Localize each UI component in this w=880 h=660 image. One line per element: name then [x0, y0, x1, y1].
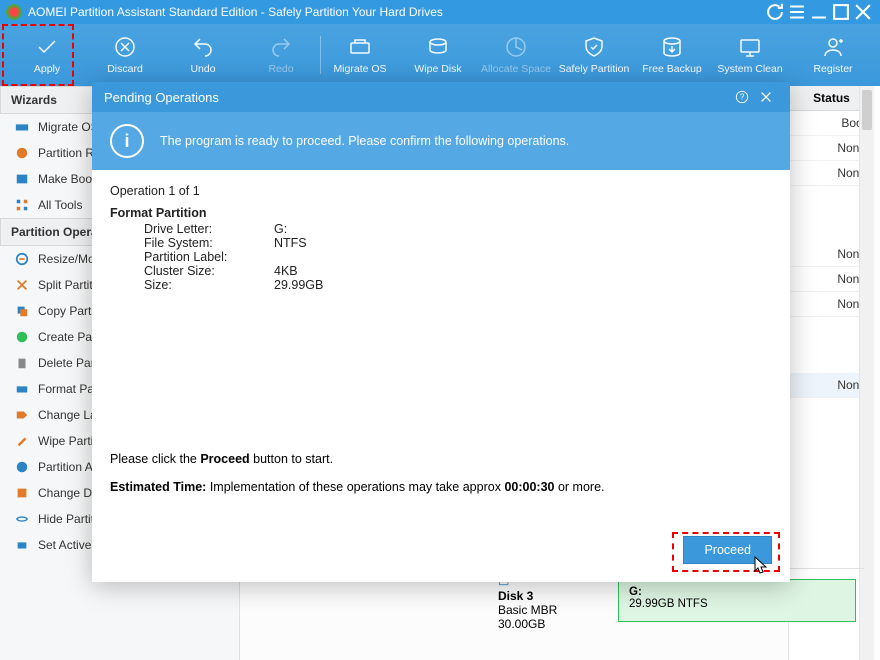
system-clean-button[interactable]: System Clean: [711, 35, 789, 75]
maximize-button[interactable]: [830, 3, 852, 21]
migrate-os-button[interactable]: Migrate OS: [321, 35, 399, 75]
close-button[interactable]: [852, 3, 874, 21]
safely-partition-button[interactable]: Safely Partition: [555, 35, 633, 75]
active-icon: [14, 537, 30, 553]
close-icon[interactable]: [754, 87, 778, 107]
banner-text: The program is ready to proceed. Please …: [160, 134, 569, 148]
delete-icon: [14, 355, 30, 371]
split-icon: [14, 277, 30, 293]
free-backup-button[interactable]: Free Backup: [633, 35, 711, 75]
discard-button[interactable]: Discard: [86, 35, 164, 75]
dialog-footer: Please click the Proceed button to start…: [92, 440, 790, 582]
operation-count: Operation 1 of 1: [110, 184, 772, 198]
proceed-button[interactable]: Proceed: [683, 536, 772, 564]
undo-button[interactable]: Undo: [164, 35, 242, 75]
operation-details: Drive Letter:G: File System:NTFS Partiti…: [110, 222, 772, 292]
wipe-icon: [14, 433, 30, 449]
wipe-disk-button[interactable]: Wipe Disk: [399, 35, 477, 75]
dialog-title: Pending Operations: [104, 90, 219, 105]
media-icon: [14, 171, 30, 187]
dialog-body: Operation 1 of 1 Format Partition Drive …: [92, 170, 790, 440]
toolbar: Apply Discard Undo Redo Migrate OS Wipe …: [0, 24, 880, 86]
dialog-titlebar: Pending Operations ?: [92, 82, 790, 112]
disk-icon: [14, 119, 30, 135]
copy-icon: [14, 303, 30, 319]
help-icon[interactable]: ?: [730, 87, 754, 107]
window-title: AOMEI Partition Assistant Standard Editi…: [28, 5, 764, 19]
menu-icon[interactable]: [786, 3, 808, 21]
minimize-button[interactable]: [808, 3, 830, 21]
partition-bar[interactable]: G: 29.99GB NTFS: [618, 579, 856, 622]
align-icon: [14, 459, 30, 475]
info-icon: i: [110, 124, 144, 158]
register-button[interactable]: Register: [794, 35, 872, 75]
redo-button[interactable]: Redo: [242, 35, 320, 75]
format-icon: [14, 381, 30, 397]
title-bar: AOMEI Partition Assistant Standard Editi…: [0, 0, 880, 24]
app-logo-icon: [6, 4, 22, 20]
operation-name: Format Partition: [110, 206, 772, 220]
allocate-space-button[interactable]: Allocate Space: [477, 35, 555, 75]
grid-icon: [14, 197, 30, 213]
refresh-icon[interactable]: [764, 3, 786, 21]
partition-icon: [14, 145, 30, 161]
letter-icon: [14, 485, 30, 501]
create-icon: [14, 329, 30, 345]
hide-icon: [14, 511, 30, 527]
svg-text:?: ?: [740, 93, 745, 102]
apply-button[interactable]: Apply: [8, 35, 86, 75]
pending-operations-dialog: Pending Operations ? i The program is re…: [92, 82, 790, 582]
label-icon: [14, 407, 30, 423]
resize-icon: [14, 251, 30, 267]
dialog-banner: i The program is ready to proceed. Pleas…: [92, 112, 790, 170]
estimated-time: Estimated Time: Implementation of these …: [110, 480, 772, 494]
proceed-hint: Please click the Proceed button to start…: [110, 452, 772, 466]
